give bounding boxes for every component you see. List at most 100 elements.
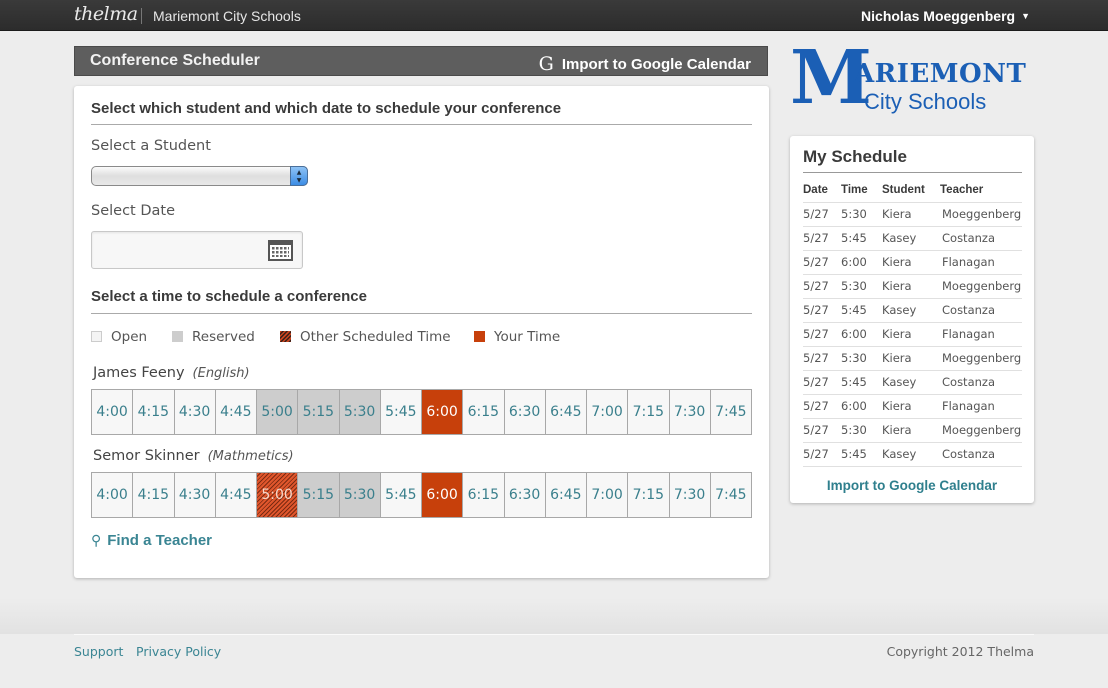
- time-slot-open[interactable]: 7:45: [711, 390, 751, 434]
- logo-subtitle: City Schools: [864, 89, 987, 114]
- time-slot-yours[interactable]: 6:00: [422, 473, 464, 517]
- divider: [91, 124, 752, 125]
- divider: [803, 172, 1022, 173]
- privacy-policy-link[interactable]: Privacy Policy: [136, 644, 221, 659]
- time-slot-open[interactable]: 6:15: [463, 473, 505, 517]
- select-arrows-icon: ▲ ▼: [290, 166, 308, 186]
- student-cell: Kiera: [882, 274, 940, 299]
- time-slot-open[interactable]: 4:15: [133, 390, 175, 434]
- time-cell: 5:30: [841, 346, 882, 371]
- date-cell: 5/27: [803, 394, 841, 419]
- time-slot-open[interactable]: 6:30: [505, 390, 546, 434]
- time-slot-open[interactable]: 6:45: [546, 473, 587, 517]
- time-slot-open[interactable]: 4:00: [92, 390, 134, 434]
- schedule-row: 5/27 6:00 Kiera Flanagan: [803, 394, 1022, 419]
- time-slot-reserved[interactable]: 5:30: [339, 473, 381, 517]
- time-slot-reserved[interactable]: 5:15: [298, 390, 340, 434]
- import-google-calendar-link[interactable]: Import to Google Calendar: [790, 478, 1034, 493]
- time-slot-open[interactable]: 4:15: [133, 473, 175, 517]
- legend-yours: Your Time: [474, 329, 560, 345]
- time-cell: 5:30: [841, 418, 882, 443]
- google-icon: G: [538, 53, 554, 75]
- schedule-row: 5/27 6:00 Kiera Flanagan: [803, 250, 1022, 275]
- time-slot-other[interactable]: 5:00: [257, 473, 299, 517]
- time-slot-open[interactable]: 7:30: [670, 390, 711, 434]
- teacher-cell: Costanza: [940, 298, 1022, 323]
- time-slot-reserved[interactable]: 5:00: [257, 390, 299, 434]
- time-slot-open[interactable]: 7:45: [711, 473, 751, 517]
- time-slot-open[interactable]: 7:30: [670, 473, 711, 517]
- time-slot-reserved[interactable]: 5:15: [298, 473, 340, 517]
- calendar-icon[interactable]: [268, 240, 293, 261]
- top-bar: thelma Mariemont City Schools Nicholas M…: [0, 0, 1108, 31]
- brand-divider: [141, 8, 142, 24]
- time-slot-open[interactable]: 4:30: [175, 473, 216, 517]
- support-link[interactable]: Support: [74, 644, 123, 659]
- find-teacher-link[interactable]: ⚲ Find a Teacher: [91, 532, 212, 549]
- import-google-calendar-button[interactable]: G Import to Google Calendar: [539, 53, 751, 75]
- teacher-cell: Costanza: [940, 442, 1022, 467]
- open-swatch-icon: [91, 331, 102, 342]
- time-slots-row: 4:00 4:15 4:30 4:45 5:00 5:15 5:30 5:45 6:00 6:15…: [91, 389, 752, 435]
- student-cell: Kiera: [882, 394, 940, 419]
- time-slot-open[interactable]: 4:30: [175, 390, 216, 434]
- student-cell: Kiera: [882, 322, 940, 347]
- time-cell: 5:45: [841, 298, 882, 323]
- teacher-cell: Flanagan: [940, 394, 1022, 419]
- schedule-row: 5/27 5:45 Kasey Costanza: [803, 442, 1022, 467]
- time-slot-open[interactable]: 6:45: [546, 390, 587, 434]
- user-menu[interactable]: Nicholas Moeggenberg ▼: [861, 8, 1030, 24]
- time-slot-reserved[interactable]: 5:30: [339, 390, 381, 434]
- time-slot-open[interactable]: 5:45: [381, 473, 422, 517]
- teacher-name: Semor Skinner (Mathmetics): [93, 448, 294, 464]
- student-cell: Kasey: [882, 370, 940, 395]
- time-slot-open[interactable]: 4:45: [216, 390, 257, 434]
- copyright: Copyright 2012 Thelma: [886, 644, 1034, 659]
- time-slot-open[interactable]: 6:30: [505, 473, 546, 517]
- date-cell: 5/27: [803, 418, 841, 443]
- time-slot-yours[interactable]: 6:00: [422, 390, 464, 434]
- time-cell: 5:30: [841, 274, 882, 299]
- time-slots-row: 4:00 4:15 4:30 4:45 5:00 5:15 5:30 5:45 6:00 6:15…: [91, 472, 752, 518]
- other-swatch-icon: [280, 331, 291, 342]
- student-cell: Kiera: [882, 418, 940, 443]
- time-slot-open[interactable]: 4:00: [92, 473, 134, 517]
- time-slot-open[interactable]: 5:45: [381, 390, 422, 434]
- search-icon: ⚲: [91, 532, 102, 548]
- time-cell: 6:00: [841, 250, 882, 275]
- date-cell: 5/27: [803, 442, 841, 467]
- schedule-table: Date Time Student Teacher 5/27 5:30 Kiera M…: [803, 178, 1022, 467]
- school-name: Mariemont City Schools: [153, 8, 301, 24]
- student-cell: Kiera: [882, 202, 940, 227]
- time-cell: 5:30: [841, 202, 882, 227]
- column-header: Date: [803, 178, 841, 203]
- thelma-logo[interactable]: thelma: [74, 3, 138, 25]
- time-slot-open[interactable]: 6:15: [463, 390, 505, 434]
- footer-divider: [74, 634, 1034, 635]
- teacher-cell: Moeggenberg: [940, 346, 1022, 371]
- date-input[interactable]: [91, 231, 303, 269]
- teacher-cell: Flanagan: [940, 250, 1022, 275]
- schedule-row: 5/27 5:45 Kasey Costanza: [803, 370, 1022, 395]
- time-slot-open[interactable]: 4:45: [216, 473, 257, 517]
- date-label: Select Date: [91, 203, 175, 219]
- caret-down-icon: ▼: [1021, 11, 1030, 21]
- divider: [91, 313, 752, 314]
- time-slot-open[interactable]: 7:00: [587, 390, 629, 434]
- student-cell: Kasey: [882, 442, 940, 467]
- teacher-name: James Feeny (English): [93, 365, 250, 381]
- time-slot-open[interactable]: 7:15: [628, 390, 670, 434]
- legend-open: Open: [91, 329, 147, 345]
- time-cell: 6:00: [841, 394, 882, 419]
- time-slot-open[interactable]: 7:00: [587, 473, 629, 517]
- schedule-row: 5/27 5:45 Kasey Costanza: [803, 226, 1022, 251]
- user-name: Nicholas Moeggenberg: [861, 8, 1016, 24]
- schedule-row: 5/27 5:30 Kiera Moeggenberg: [803, 274, 1022, 299]
- date-cell: 5/27: [803, 370, 841, 395]
- date-cell: 5/27: [803, 322, 841, 347]
- student-select[interactable]: ▲ ▼: [91, 166, 308, 186]
- time-slot-open[interactable]: 7:15: [628, 473, 670, 517]
- schedule-row: 5/27 5:45 Kasey Costanza: [803, 298, 1022, 323]
- teacher-subject: (Mathmetics): [207, 449, 294, 464]
- date-cell: 5/27: [803, 346, 841, 371]
